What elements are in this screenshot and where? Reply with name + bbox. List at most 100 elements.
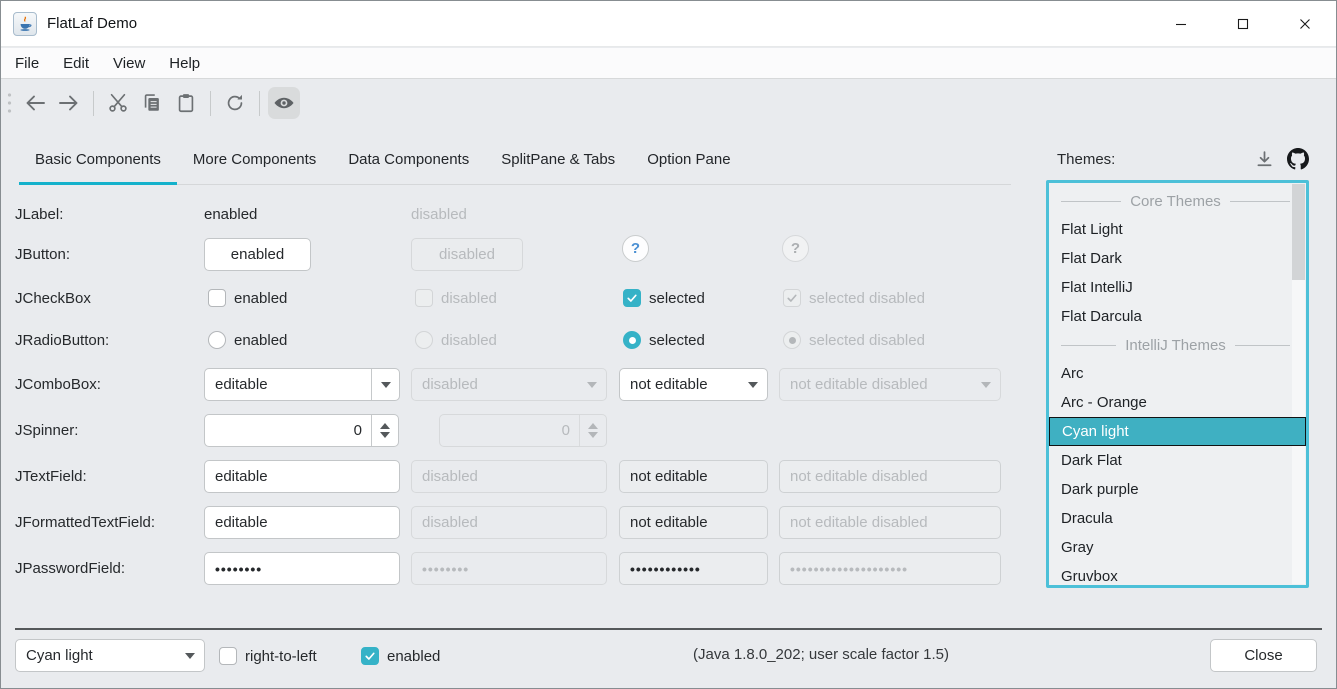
theme-item-flat-darcula[interactable]: Flat Darcula bbox=[1049, 302, 1306, 331]
jradiobutton-col3[interactable]: selected bbox=[623, 331, 705, 349]
menu-item-view[interactable]: View bbox=[101, 48, 157, 79]
jtextfield-col2-disabled[interactable]: disabled bbox=[411, 460, 607, 493]
jpasswordfield-label: JPasswordField: bbox=[15, 552, 201, 585]
checkbox-box bbox=[208, 289, 226, 307]
jradiobutton-row: JRadioButton: enabled disabled selected sele… bbox=[1, 330, 1011, 352]
lookandfeel-combobox[interactable]: Cyan light bbox=[15, 639, 205, 672]
jformattedtextfield-col1[interactable]: editable bbox=[204, 506, 400, 539]
theme-item-dracula[interactable]: Dracula bbox=[1049, 504, 1306, 533]
jformattedtextfield-col2-disabled[interactable]: disabled bbox=[411, 506, 607, 539]
jradiobutton-col1[interactable]: enabled bbox=[208, 331, 287, 349]
radio-box bbox=[415, 331, 433, 349]
theme-item-flat-light[interactable]: Flat Light bbox=[1049, 215, 1306, 244]
jbutton-col2-disabled[interactable]: disabled bbox=[411, 238, 523, 271]
toolbar-grip[interactable] bbox=[7, 90, 12, 116]
titlebar: FlatLaf Demo bbox=[1, 1, 1336, 47]
tab-strip: Basic ComponentsMore ComponentsData Comp… bbox=[19, 134, 1011, 185]
theme-item-gruvbox[interactable]: Gruvbox bbox=[1049, 562, 1306, 588]
tab-basic-components[interactable]: Basic Components bbox=[19, 134, 177, 184]
radio-box bbox=[623, 331, 641, 349]
theme-item-arc-orange[interactable]: Arc - Orange bbox=[1049, 388, 1306, 417]
theme-item-flat-dark[interactable]: Flat Dark bbox=[1049, 244, 1306, 273]
lookandfeel-combobox-value: Cyan light bbox=[16, 647, 176, 664]
back-icon[interactable] bbox=[19, 87, 51, 119]
toolbar-separator bbox=[93, 91, 94, 116]
themes-group-header: Core Themes bbox=[1049, 187, 1306, 215]
jtextfield-row: JTextField:editable disabled not editable n… bbox=[1, 460, 1011, 493]
jformattedtextfield-col3[interactable]: not editable bbox=[619, 506, 768, 539]
enabled-checkbox[interactable]: enabled bbox=[361, 647, 440, 665]
jpasswordfield-row: JPasswordField:•••••••••••••••••••••••••… bbox=[1, 552, 1011, 585]
jcheckbox-col2-disabled[interactable]: disabled bbox=[415, 289, 497, 307]
github-icon[interactable] bbox=[1287, 148, 1309, 170]
jspinner-col2-disabled[interactable]: 0 bbox=[439, 414, 607, 447]
jbutton-col1[interactable]: enabled bbox=[204, 238, 311, 271]
theme-item-arc[interactable]: Arc bbox=[1049, 359, 1306, 388]
jlabel-row: JLabel:enableddisabled bbox=[1, 201, 1011, 229]
theme-item-flat-intellij[interactable]: Flat IntelliJ bbox=[1049, 273, 1306, 302]
maximize-button[interactable] bbox=[1212, 1, 1274, 46]
jpasswordfield-col3[interactable]: •••••••••••• bbox=[619, 552, 768, 585]
jpasswordfield-col4-disabled[interactable]: •••••••••••••••••••• bbox=[779, 552, 1001, 585]
paste-icon[interactable] bbox=[170, 87, 202, 119]
bottombar: Cyan light right-to-left enabled (Java 1… bbox=[1, 630, 1336, 688]
jtextfield-col1[interactable]: editable bbox=[204, 460, 400, 493]
theme-item-dark-flat[interactable]: Dark Flat bbox=[1049, 446, 1306, 475]
tab-splitpane-tabs[interactable]: SplitPane & Tabs bbox=[485, 134, 631, 184]
jcombobox-col3[interactable]: not editable bbox=[619, 368, 768, 401]
menu-item-edit[interactable]: Edit bbox=[51, 48, 101, 79]
jtextfield-label: JTextField: bbox=[15, 460, 201, 493]
cut-icon[interactable] bbox=[102, 87, 134, 119]
jformattedtextfield-col4-disabled[interactable]: not editable disabled bbox=[779, 506, 1001, 539]
toolbar bbox=[1, 80, 1336, 126]
copy-icon[interactable] bbox=[136, 87, 168, 119]
jspinner-col1[interactable]: 0 bbox=[204, 414, 399, 447]
jspinner-row: JSpinner:00 bbox=[1, 414, 1011, 447]
close-button[interactable]: Close bbox=[1210, 639, 1317, 672]
jcombobox-col2-disabled[interactable]: disabled bbox=[411, 368, 607, 401]
jcheckbox-col1[interactable]: enabled bbox=[208, 289, 287, 307]
tab-data-components[interactable]: Data Components bbox=[332, 134, 485, 184]
jcombobox-col4-disabled[interactable]: not editable disabled bbox=[779, 368, 1001, 401]
jcheckbox-col4-disabled[interactable]: selected disabled bbox=[783, 289, 925, 307]
spinner-arrows-icon[interactable] bbox=[371, 415, 398, 446]
refresh-icon[interactable] bbox=[219, 87, 251, 119]
checkbox-box bbox=[415, 289, 433, 307]
jtextfield-col3[interactable]: not editable bbox=[619, 460, 768, 493]
close-window-button[interactable] bbox=[1274, 1, 1336, 46]
chevron-down-icon bbox=[371, 369, 399, 400]
show-hidden-eye-icon[interactable] bbox=[268, 87, 300, 119]
chevron-down-icon bbox=[739, 369, 767, 400]
tab-more-components[interactable]: More Components bbox=[177, 134, 332, 184]
download-icon[interactable] bbox=[1254, 149, 1275, 170]
right-to-left-checkbox[interactable]: right-to-left bbox=[219, 647, 317, 665]
jradiobutton-label: JRadioButton: bbox=[15, 330, 201, 352]
menu-item-help[interactable]: Help bbox=[157, 48, 212, 79]
minimize-button[interactable] bbox=[1150, 1, 1212, 46]
theme-item-cyan-light[interactable]: Cyan light bbox=[1049, 417, 1306, 446]
jlabel-label: JLabel: bbox=[15, 201, 201, 229]
spinner-arrows-icon[interactable] bbox=[579, 415, 606, 446]
jcombobox-col1[interactable]: editable bbox=[204, 368, 400, 401]
jcheckbox-col3[interactable]: selected bbox=[623, 289, 705, 307]
theme-item-gray[interactable]: Gray bbox=[1049, 533, 1306, 562]
jbutton-col3[interactable]: ? bbox=[622, 235, 649, 262]
jformattedtextfield-row: JFormattedTextField:editabledisablednot … bbox=[1, 506, 1011, 539]
window-controls bbox=[1150, 1, 1336, 46]
menu-item-file[interactable]: File bbox=[3, 48, 51, 79]
themes-label: Themes: bbox=[1057, 151, 1115, 168]
tab-option-pane[interactable]: Option Pane bbox=[631, 134, 746, 184]
checkbox-box bbox=[623, 289, 641, 307]
radio-box bbox=[208, 331, 226, 349]
themes-group-header: IntelliJ Themes bbox=[1049, 331, 1306, 359]
jbutton-col4-disabled[interactable]: ? bbox=[782, 235, 809, 262]
jpasswordfield-col2-disabled[interactable]: •••••••• bbox=[411, 552, 607, 585]
jradiobutton-col4-disabled[interactable]: selected disabled bbox=[783, 331, 925, 349]
theme-item-dark-purple[interactable]: Dark purple bbox=[1049, 475, 1306, 504]
jtextfield-col4-disabled[interactable]: not editable disabled bbox=[779, 460, 1001, 493]
chevron-down-icon bbox=[176, 640, 204, 671]
forward-icon[interactable] bbox=[53, 87, 85, 119]
jradiobutton-col2-disabled[interactable]: disabled bbox=[415, 331, 497, 349]
jpasswordfield-col1[interactable]: •••••••• bbox=[204, 552, 400, 585]
jcheckbox-label: JCheckBox bbox=[15, 288, 201, 310]
